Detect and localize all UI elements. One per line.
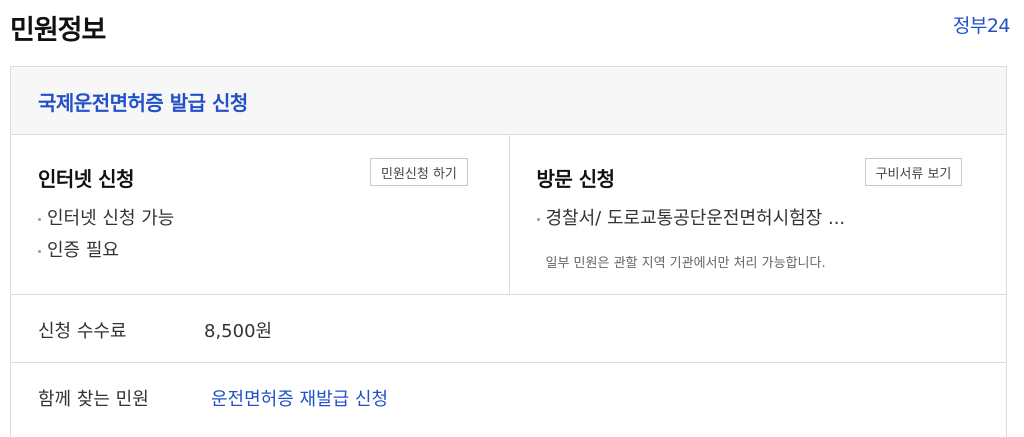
list-item: 인터넷 신청 가능 bbox=[38, 203, 174, 235]
list-item: 경찰서/ 도로교통공단운전면허시험장 ... bbox=[536, 203, 845, 235]
fee-label: 신청 수수료 bbox=[38, 321, 127, 342]
page-title: 민원정보 bbox=[10, 15, 106, 46]
related-services-row: 함께 찾는 민원 운전면허증 재발급 신청 bbox=[11, 363, 1006, 431]
fee-row: 신청 수수료 8,500원 bbox=[11, 295, 1006, 363]
visit-application-title: 방문 신청 bbox=[536, 167, 616, 191]
internet-application-panel: 인터넷 신청 민원신청 하기 인터넷 신청 가능 인증 필요 bbox=[11, 135, 509, 294]
service-title-link[interactable]: 국제운전면허증 발급 신청 bbox=[38, 87, 248, 116]
list-item: 인증 필요 bbox=[38, 235, 174, 267]
internet-application-list: 인터넷 신청 가능 인증 필요 bbox=[38, 203, 174, 267]
visit-note: 일부 민원은 관할 지역 기관에서만 처리 가능합니다. bbox=[545, 256, 826, 271]
gov24-link[interactable]: 정부24 bbox=[953, 11, 1011, 38]
internet-application-title: 인터넷 신청 bbox=[38, 167, 134, 191]
related-service-link[interactable]: 운전면허증 재발급 신청 bbox=[211, 385, 388, 411]
visit-application-panel: 방문 신청 구비서류 보기 경찰서/ 도로교통공단운전면허시험장 ... 일부 … bbox=[508, 135, 1007, 294]
section-header: 민원정보 정부24 bbox=[10, 0, 1011, 50]
card-header: 국제운전면허증 발급 신청 bbox=[11, 67, 1006, 135]
application-methods: 인터넷 신청 민원신청 하기 인터넷 신청 가능 인증 필요 방문 신청 구비서… bbox=[11, 135, 1006, 295]
fee-value: 8,500원 bbox=[204, 321, 273, 342]
view-documents-button[interactable]: 구비서류 보기 bbox=[864, 158, 963, 186]
apply-online-button[interactable]: 민원신청 하기 bbox=[370, 158, 468, 186]
visit-application-list: 경찰서/ 도로교통공단운전면허시험장 ... bbox=[536, 203, 845, 235]
civil-service-card: 국제운전면허증 발급 신청 인터넷 신청 민원신청 하기 인터넷 신청 가능 인… bbox=[10, 66, 1007, 437]
related-label: 함께 찾는 민원 bbox=[38, 389, 149, 410]
